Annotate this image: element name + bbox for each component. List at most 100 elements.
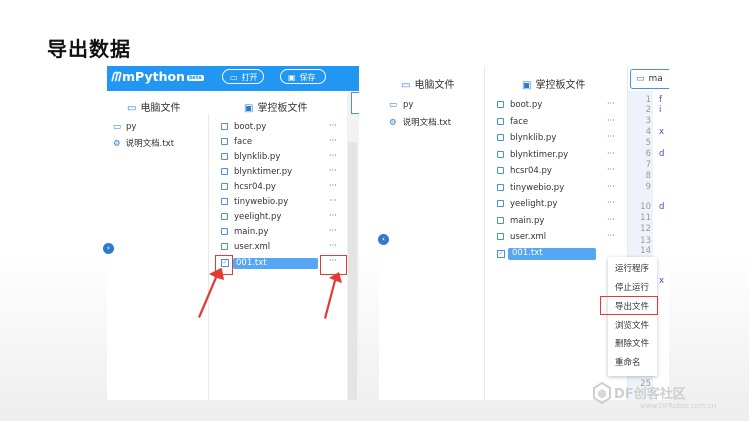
menu-item-delete[interactable]: 删除文件 — [615, 337, 649, 349]
more-button[interactable]: ··· — [329, 136, 337, 145]
board-file-item[interactable]: blynklib.py — [497, 133, 556, 143]
file-icon — [497, 217, 504, 224]
board-file-item[interactable]: blynktimer.py — [497, 150, 568, 160]
open-label: 打开 — [241, 73, 258, 82]
more-button[interactable]: ··· — [607, 165, 615, 174]
gear-icon: ⚙ — [113, 139, 121, 149]
logo-icon: ᗰ — [111, 69, 121, 84]
more-button[interactable]: ··· — [329, 241, 337, 250]
line-number: 5 — [645, 138, 651, 148]
red-arrow-icon — [324, 272, 342, 319]
scrollbar-thumb[interactable] — [348, 142, 357, 400]
board-file-label: blynktimer.py — [234, 167, 293, 177]
scrollbar[interactable] — [347, 92, 359, 400]
red-arrow-icon — [198, 268, 224, 318]
collapse-arrow-icon[interactable]: ‹ — [378, 234, 389, 245]
computer-file-doc[interactable]: ⚙ 说明文档.txt — [389, 116, 451, 128]
file-icon — [497, 167, 504, 174]
more-button[interactable]: ··· — [607, 231, 615, 240]
more-button[interactable]: ··· — [329, 211, 337, 220]
left-screenshot: ᗰ mPython beta ▭ 打开 ▣ 保存 ▭ 电脑文件 ▣ 掌控板文件 ▭ py ⚙ 说… — [107, 66, 359, 400]
board-file-label: blynklib.py — [510, 133, 557, 143]
file-icon — [497, 101, 504, 108]
more-button[interactable]: ··· — [329, 181, 337, 190]
board-file-item[interactable]: boot.py — [497, 100, 542, 110]
board-file-item[interactable]: main.py — [221, 227, 268, 237]
column-divider — [208, 114, 209, 400]
computer-files-header[interactable]: ▭ 电脑文件 — [401, 76, 454, 91]
top-toolbar: ᗰ mPython beta ▭ 打开 ▣ 保存 — [107, 66, 359, 91]
line-number: 13 — [640, 236, 651, 246]
more-button[interactable]: ··· — [607, 132, 615, 141]
highlight-export — [600, 296, 658, 315]
more-button[interactable]: ··· — [329, 121, 337, 130]
board-file-item[interactable]: hcsr04.py — [221, 182, 276, 192]
more-button[interactable]: ··· — [329, 166, 337, 175]
board-file-label: main.py — [234, 227, 269, 237]
folder-icon: ▭ — [389, 100, 398, 110]
more-button[interactable]: ··· — [607, 116, 615, 125]
more-button[interactable]: ··· — [607, 215, 615, 224]
computer-files-header[interactable]: ▭ 电脑文件 — [127, 99, 180, 114]
more-button[interactable]: ··· — [329, 151, 337, 160]
open-button[interactable]: ▭ 打开 — [222, 69, 264, 84]
code-fragment: f — [659, 95, 662, 105]
menu-item-run[interactable]: 运行程序 — [615, 262, 649, 274]
board-file-label: hcsr04.py — [234, 182, 276, 192]
board-file-item[interactable]: yeelight.py — [221, 212, 281, 222]
computer-file-py[interactable]: ▭ py — [389, 100, 413, 110]
more-button[interactable]: ··· — [607, 182, 615, 191]
computer-files-label: 电脑文件 — [414, 80, 455, 91]
save-button[interactable]: ▣ 保存 — [280, 69, 326, 84]
computer-file-label: 说明文档.txt — [125, 139, 175, 149]
board-file-item[interactable]: tinywebio.py — [221, 197, 288, 207]
file-icon — [221, 183, 228, 190]
app-name: mPython — [122, 69, 185, 84]
editor-tab-edge[interactable] — [351, 92, 359, 114]
menu-item-browse[interactable]: 浏览文件 — [615, 319, 649, 331]
file-tab-icon: ▭ — [636, 74, 645, 84]
computer-files-label: 电脑文件 — [140, 103, 181, 114]
computer-file-py[interactable]: ▭ py — [113, 122, 136, 132]
board-files-header[interactable]: ▣ 掌控板文件 — [522, 76, 585, 91]
board-file-label: boot.py — [234, 122, 267, 132]
computer-file-doc[interactable]: ⚙ 说明文档.txt — [113, 137, 174, 149]
collapse-arrow-icon[interactable]: ‹ — [103, 243, 114, 254]
editor-tab[interactable]: ▭ ma — [630, 69, 669, 89]
more-button[interactable]: ··· — [607, 99, 615, 108]
board-file-item[interactable]: face — [497, 117, 528, 127]
board-file-label: yeelight.py — [234, 212, 282, 222]
board-file-label: user.xml — [510, 232, 547, 242]
board-file-item[interactable]: user.xml — [497, 232, 546, 242]
board-file-item[interactable]: tinywebio.py — [497, 183, 564, 193]
more-button[interactable]: ··· — [329, 196, 337, 205]
selected-file-label: 001.txt — [512, 248, 543, 258]
board-file-item[interactable]: main.py — [497, 216, 544, 226]
board-file-label: blynklib.py — [234, 152, 281, 162]
save-icon: ▣ — [288, 73, 296, 82]
more-button[interactable]: ··· — [329, 226, 337, 235]
board-file-item[interactable]: user.xml — [221, 242, 270, 252]
selected-file-label: 001.txt — [236, 258, 267, 268]
board-file-item[interactable]: blynktimer.py — [221, 167, 292, 177]
computer-file-label: py — [126, 122, 137, 132]
more-button[interactable]: ··· — [607, 198, 615, 207]
board-file-label: hcsr04.py — [510, 166, 552, 176]
board-files-header[interactable]: ▣ 掌控板文件 — [244, 99, 307, 114]
board-file-item[interactable]: hcsr04.py — [497, 166, 552, 176]
board-file-item[interactable]: face — [221, 137, 252, 147]
watermark-url: www.DFRobot.com.cn — [640, 402, 717, 410]
board-file-item[interactable]: blynklib.py — [221, 152, 280, 162]
menu-item-stop[interactable]: 停止运行 — [615, 281, 649, 293]
column-divider — [484, 66, 485, 400]
editor-tab-label: ma — [648, 74, 663, 84]
code-fragment: x — [659, 276, 665, 286]
monitor-icon: ▭ — [127, 103, 137, 114]
save-label: 保存 — [299, 73, 316, 82]
file-icon — [497, 184, 504, 191]
more-button[interactable]: ··· — [607, 149, 615, 158]
board-file-item[interactable]: boot.py — [221, 122, 266, 132]
board-file-item[interactable]: yeelight.py — [497, 199, 557, 209]
menu-item-rename[interactable]: 重命名 — [615, 356, 641, 368]
checkbox-checked-icon[interactable]: ✓ — [497, 250, 505, 258]
